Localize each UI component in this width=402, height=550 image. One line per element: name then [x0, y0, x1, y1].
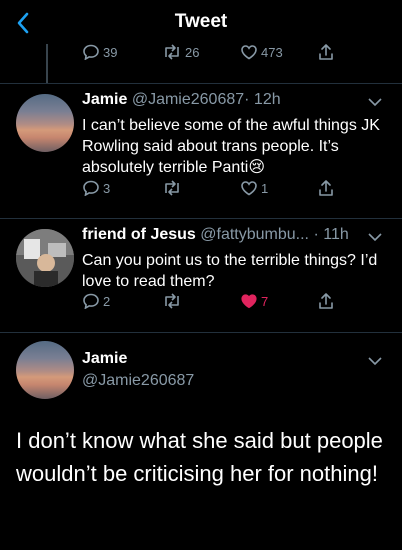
reply-count: 3: [103, 180, 111, 196]
handle[interactable]: @fattybumbu...: [200, 226, 309, 243]
avatar[interactable]: [16, 341, 74, 399]
tweet-text: Can you point us to the terrible things?…: [82, 252, 378, 290]
share-button[interactable]: [318, 179, 334, 197]
heart-icon: [241, 181, 257, 196]
reply-count: 2: [103, 293, 111, 309]
divider: [0, 332, 402, 333]
timestamp: · 12h: [244, 91, 281, 108]
divider: [0, 83, 402, 84]
top-bar: Tweet: [0, 0, 402, 44]
chevron-down-icon[interactable]: [368, 97, 382, 107]
share-icon: [319, 180, 333, 196]
main-tweet-text: I don’t know what she said but people wo…: [16, 428, 383, 486]
reply-count: 39: [103, 44, 118, 60]
like-button[interactable]: 7: [240, 293, 268, 309]
reply-button[interactable]: 39: [82, 44, 117, 60]
retweet-icon: [165, 293, 179, 309]
profile-photo-image: [16, 229, 74, 287]
reply-button[interactable]: 2: [82, 293, 110, 309]
share-icon: [319, 293, 333, 309]
retweet-button[interactable]: 26: [162, 44, 199, 60]
like-count: 1: [261, 180, 269, 196]
main-tweet-name: Jamie: [82, 350, 127, 368]
tweet-header: friend of Jesus @fattybumbu... · 11h: [82, 226, 349, 244]
page-title: Tweet: [174, 11, 228, 32]
avatar[interactable]: [16, 94, 74, 152]
tweet-header: Jamie @Jamie260687· 12h: [82, 91, 281, 109]
chevron-down-icon[interactable]: [368, 232, 382, 242]
handle[interactable]: @Jamie260687: [132, 91, 244, 108]
thread-line-top: [46, 44, 48, 84]
reply-icon: [83, 44, 99, 60]
handle[interactable]: @Jamie260687: [82, 372, 194, 389]
chevron-down-icon[interactable]: [368, 356, 382, 366]
display-name[interactable]: Jamie: [82, 350, 127, 367]
reply-icon: [83, 293, 99, 309]
retweet-count: 26: [185, 44, 200, 60]
display-name[interactable]: friend of Jesus: [82, 226, 196, 243]
share-button[interactable]: [318, 292, 334, 310]
back-button[interactable]: [8, 8, 38, 38]
main-tweet-handle: @Jamie260687: [82, 372, 194, 390]
share-icon: [319, 44, 333, 60]
like-button[interactable]: 473: [240, 44, 283, 60]
back-arrow-icon: [17, 12, 29, 34]
like-button[interactable]: 1: [240, 180, 268, 196]
divider: [0, 218, 402, 219]
retweet-button[interactable]: [162, 180, 182, 196]
avatar[interactable]: [16, 229, 74, 287]
timestamp: · 11h: [313, 226, 349, 243]
heart-icon: [241, 45, 257, 60]
retweet-icon: [165, 44, 179, 60]
heart-filled-icon: [241, 294, 257, 309]
retweet-button[interactable]: [162, 293, 182, 309]
like-count: 473: [261, 44, 283, 60]
tweet-text: I can’t believe some of the awful things…: [82, 117, 380, 176]
retweet-icon: [165, 180, 179, 196]
like-count: 7: [261, 293, 269, 309]
reply-button[interactable]: 3: [82, 180, 110, 196]
share-button[interactable]: [318, 43, 334, 61]
reply-icon: [83, 180, 99, 196]
display-name[interactable]: Jamie: [82, 91, 127, 108]
